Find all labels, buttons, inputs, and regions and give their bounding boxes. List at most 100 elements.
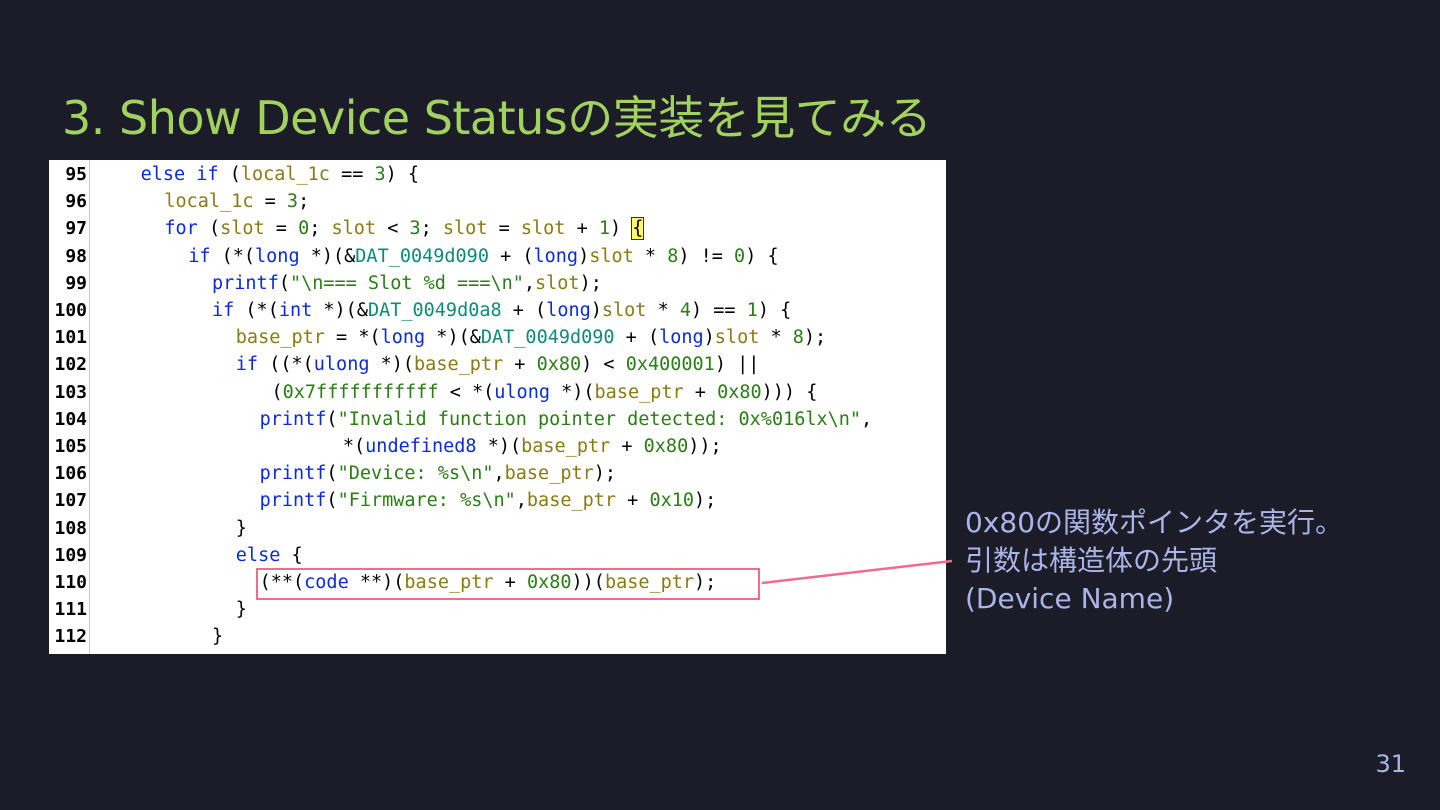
note-line-3: (Device Name) [965, 582, 1175, 615]
code-token: *)( [549, 381, 595, 403]
code-line: 101 base_ptr = *(long *)(&DAT_0049d090 + … [49, 324, 946, 351]
code-token: (*( [210, 245, 256, 267]
code-token: if [212, 300, 235, 321]
code-token: *)( [369, 354, 415, 376]
code-token: *)(& [299, 245, 356, 267]
line-number: 112 [54, 626, 87, 648]
code-token: if [188, 245, 211, 267]
code-token: = [264, 218, 299, 240]
code-token: ; [309, 218, 332, 240]
code-token: + [565, 218, 599, 240]
code-token: ( [197, 218, 221, 240]
code-token: = [487, 218, 521, 240]
code-token: "\n=== Slot %d ===\n" [289, 272, 524, 294]
line-number: 107 [54, 490, 87, 512]
code-token: DAT_0049d0a8 [367, 300, 502, 321]
line-number: 99 [65, 272, 87, 294]
code-token: { [631, 217, 645, 241]
code-text: local_1c = 3; [164, 188, 309, 215]
code-token: *)( [476, 436, 522, 457]
code-token: long [533, 245, 579, 267]
code-token: DAT_0049d090 [355, 245, 489, 267]
code-token: 0 [298, 218, 310, 240]
code-token: ( [271, 381, 283, 403]
code-text: printf("Firmware: %s\n",base_ptr + 0x10)… [260, 487, 717, 514]
code-token: 0x7fffffffffff [282, 381, 439, 403]
code-token: else [235, 544, 281, 566]
line-number: 110 [54, 572, 87, 593]
line-number: 97 [65, 218, 87, 240]
code-token: 4 [679, 300, 692, 321]
code-token: * [633, 245, 668, 267]
code-token: , [523, 272, 536, 294]
code-token: } [235, 517, 247, 539]
code-token: < *( [438, 381, 495, 403]
code-token: *)(& [425, 327, 481, 349]
code-token: ((*( [258, 354, 314, 376]
code-token: base_ptr [504, 463, 594, 485]
code-token: )); [688, 436, 722, 457]
code-token: ) == [691, 300, 747, 321]
code-token: * [759, 327, 793, 349]
code-token: ) || [714, 354, 760, 376]
code-text: if (*(int *)(&DAT_0049d0a8 + (long)slot … [212, 297, 791, 324]
code-token: , [861, 408, 873, 430]
code-token: "Invalid function pointer detected: 0x%0… [337, 408, 862, 430]
code-token: ); [579, 272, 602, 294]
code-token: ulong [494, 381, 550, 403]
code-text: printf("Invalid function pointer detecte… [260, 406, 873, 433]
code-token: printf [259, 463, 327, 485]
annotation-note: 0x80の関数ポインタを実行。 引数は構造体の先頭 (Device Name) [965, 504, 1425, 618]
code-line: 100 if (*(int *)(&DAT_0049d0a8 + (long)sl… [49, 297, 946, 324]
code-token: = *( [324, 327, 381, 349]
code-text: printf("\n=== Slot %d ===\n",slot); [212, 270, 602, 297]
line-number: 101 [54, 327, 87, 349]
code-token: printf [259, 490, 327, 512]
line-number: 104 [54, 408, 87, 430]
code-line: 102 if ((*(ulong *)(base_ptr + 0x80) < 0x… [49, 351, 946, 378]
code-token: ))) { [761, 381, 818, 403]
line-number: 100 [54, 300, 87, 321]
code-token: ( [326, 408, 338, 430]
code-token: *( [342, 436, 366, 457]
code-token: 8 [792, 327, 804, 349]
code-token: * [646, 300, 680, 321]
page-number: 31 [1375, 750, 1406, 778]
code-token: *)(& [312, 300, 368, 321]
code-token: base_ptr [414, 354, 504, 376]
code-line: 103 (0x7fffffffffff < *(ulong *)(base_ptr… [49, 379, 946, 406]
code-token: slot [442, 218, 488, 240]
code-token: + [616, 490, 650, 512]
code-line: 95 else if (local_1c == 3) { [49, 161, 946, 188]
code-text: if ((*(ulong *)(base_ptr + 0x80) < 0x400… [236, 351, 760, 378]
code-token: long [546, 300, 591, 321]
note-line-2: 引数は構造体の先頭 [965, 544, 1218, 577]
code-token: for [164, 218, 198, 240]
code-token: 3 [374, 164, 386, 185]
code-token: ) [610, 218, 633, 240]
code-token: slot [589, 245, 634, 267]
code-token: base_ptr [521, 436, 611, 457]
code-line: 97 for (slot = 0; slot < 3; slot = slot +… [49, 215, 946, 242]
code-screenshot: 95 else if (local_1c == 3) {96 local_1c = … [49, 160, 946, 654]
code-token: = [253, 191, 287, 213]
code-token: ) [590, 300, 602, 321]
code-token: base_ptr [594, 381, 684, 403]
code-token: ; [298, 191, 310, 213]
code-token: if [235, 354, 259, 376]
code-token: ) { [745, 245, 779, 267]
code-token: slot [535, 272, 580, 294]
code-text: } [212, 623, 223, 650]
code-text: base_ptr = *(long *)(&DAT_0049d090 + (lo… [236, 324, 826, 351]
code-token: printf [212, 272, 279, 294]
code-token: slot [220, 218, 265, 240]
line-number: 95 [65, 164, 87, 185]
code-token: + ( [501, 300, 547, 321]
code-text: else { [236, 542, 303, 569]
code-token: < [376, 218, 410, 240]
code-text: } [236, 596, 247, 623]
code-token: 1 [598, 218, 611, 240]
line-number: 103 [54, 381, 87, 403]
slide-title: 3. Show Device Statusの実装を見てみる [62, 91, 932, 145]
code-token: 0x80 [717, 381, 762, 403]
